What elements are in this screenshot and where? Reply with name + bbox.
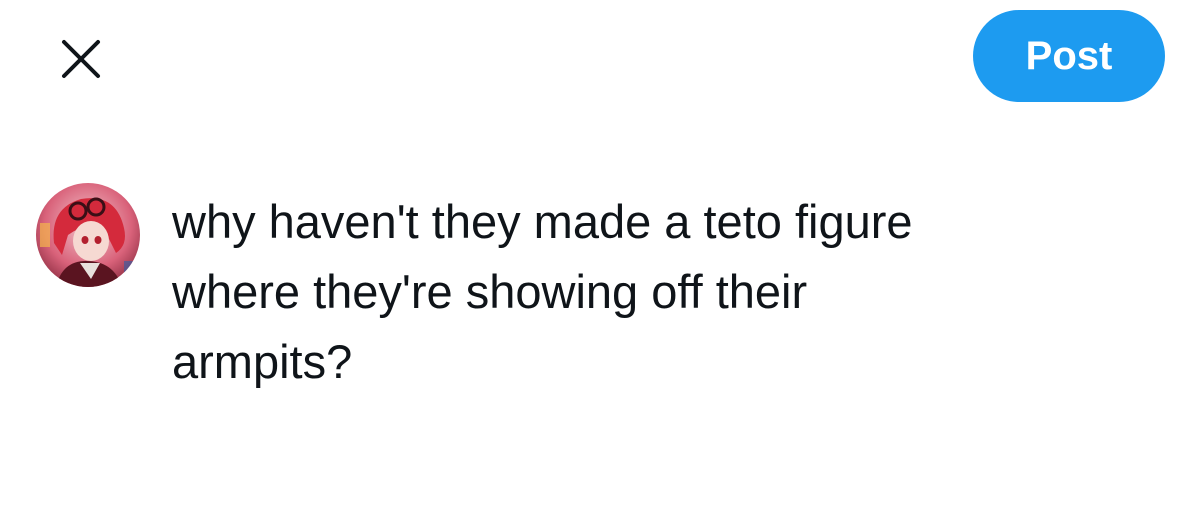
- close-button[interactable]: [56, 34, 106, 84]
- avatar[interactable]: [36, 183, 140, 287]
- post-button[interactable]: Post: [973, 10, 1165, 102]
- close-icon: [56, 34, 106, 84]
- post-text-input[interactable]: why haven't they made a teto figure wher…: [172, 187, 1132, 397]
